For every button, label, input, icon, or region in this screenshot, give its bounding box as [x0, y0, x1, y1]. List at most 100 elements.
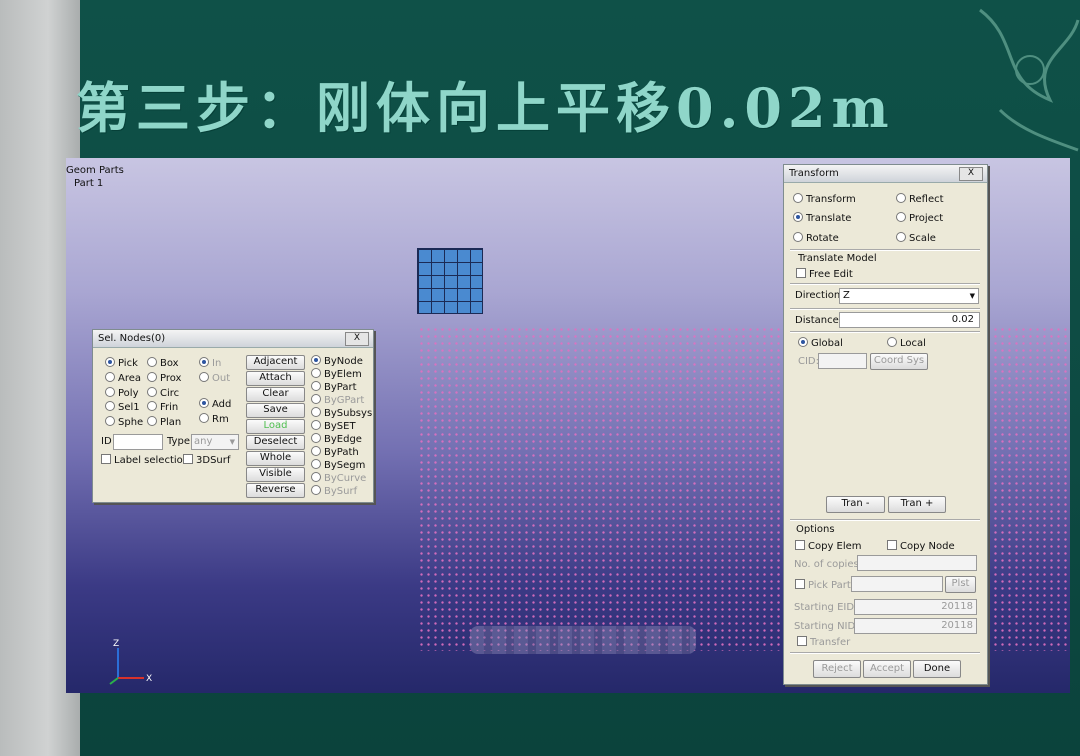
op-rotate[interactable]: Rotate: [793, 232, 839, 244]
mode-sel1[interactable]: Sel1: [105, 401, 140, 413]
radio-icon: [793, 212, 803, 222]
surf3d-checkbox[interactable]: 3DSurf: [183, 454, 230, 466]
distance-input[interactable]: 0.02: [839, 312, 980, 328]
by-curve[interactable]: ByCurve: [311, 472, 366, 484]
by-label: ByElem: [324, 369, 362, 380]
mode-poly[interactable]: Poly: [105, 387, 139, 399]
mode-label: Frin: [160, 402, 179, 413]
label-selection-checkbox[interactable]: Label selection: [101, 454, 189, 466]
mode-box[interactable]: Box: [147, 357, 179, 369]
by-set[interactable]: BySET: [311, 420, 356, 432]
free-edit-checkbox[interactable]: Free Edit: [796, 268, 853, 280]
checkbox-label: Pick Part: [808, 580, 851, 591]
op-translate[interactable]: Translate: [793, 212, 851, 224]
op-label: Rotate: [806, 233, 839, 244]
checkbox-label: Copy Elem: [808, 541, 862, 552]
op-transform[interactable]: Transform: [793, 193, 856, 205]
op-project[interactable]: Project: [896, 212, 943, 224]
option-rm[interactable]: Rm: [199, 413, 229, 425]
whole-button[interactable]: Whole: [246, 451, 305, 466]
id-input[interactable]: [113, 434, 163, 450]
tran-minus-button[interactable]: Tran -: [826, 496, 885, 513]
radio-icon: [798, 337, 808, 347]
radio-icon: [311, 485, 321, 495]
by-elem[interactable]: ByElem: [311, 368, 362, 380]
op-label: Reflect: [909, 194, 944, 205]
close-icon[interactable]: X: [959, 167, 983, 181]
copy-node-checkbox[interactable]: Copy Node: [887, 540, 955, 552]
type-select[interactable]: any ▼: [191, 434, 239, 450]
transform-titlebar: Transform X: [784, 165, 987, 183]
mode-label: Sel1: [118, 402, 140, 413]
by-edge[interactable]: ByEdge: [311, 433, 362, 445]
by-label: BySegm: [324, 460, 366, 471]
done-button[interactable]: Done: [913, 660, 961, 678]
by-node[interactable]: ByNode: [311, 355, 363, 367]
checkbox-label: Label selection: [114, 455, 190, 466]
tran-plus-button[interactable]: Tran +: [888, 496, 946, 513]
radio-icon: [147, 416, 157, 426]
visible-button[interactable]: Visible: [246, 467, 305, 482]
mode-label: Plan: [160, 417, 182, 428]
save-button[interactable]: Save: [246, 403, 305, 418]
option-in[interactable]: In: [199, 357, 221, 369]
radio-icon: [147, 357, 157, 367]
mode-frin[interactable]: Frin: [147, 401, 178, 413]
rigid-body-mesh[interactable]: [417, 248, 483, 314]
load-button[interactable]: Load: [246, 419, 305, 434]
coord-sys-button[interactable]: Coord Sys: [870, 353, 928, 370]
checkbox-label: Copy Node: [900, 541, 955, 552]
reject-button[interactable]: Reject: [813, 660, 861, 678]
radio-local[interactable]: Local: [887, 337, 926, 349]
by-surf[interactable]: BySurf: [311, 485, 357, 497]
clear-button[interactable]: Clear: [246, 387, 305, 402]
tree-part[interactable]: Part 1: [66, 177, 124, 190]
close-icon[interactable]: X: [345, 332, 369, 346]
direction-select[interactable]: Z ▼: [839, 288, 979, 304]
option-add[interactable]: Add: [199, 398, 231, 410]
by-path[interactable]: ByPath: [311, 446, 359, 458]
cid-input[interactable]: [818, 353, 867, 369]
cid-label: CID:: [798, 356, 820, 367]
radio-global[interactable]: Global: [798, 337, 843, 349]
plst-button[interactable]: Plst: [945, 576, 976, 593]
options-label: Options: [796, 524, 835, 535]
axis-z-label: Z: [113, 639, 119, 649]
by-segm[interactable]: BySegm: [311, 459, 365, 471]
by-part[interactable]: ByPart: [311, 381, 357, 393]
copy-elem-checkbox[interactable]: Copy Elem: [795, 540, 862, 552]
mode-plan[interactable]: Plan: [147, 416, 181, 428]
starting-eid-input[interactable]: 20118: [854, 599, 977, 615]
mode-sphe[interactable]: Sphe: [105, 416, 143, 428]
radio-icon: [105, 372, 115, 382]
adjacent-button[interactable]: Adjacent: [246, 355, 305, 370]
radio-icon: [887, 337, 897, 347]
by-gpart[interactable]: ByGPart: [311, 394, 364, 406]
no-copies-input[interactable]: [857, 555, 977, 571]
mode-prox[interactable]: Prox: [147, 372, 181, 384]
op-scale[interactable]: Scale: [896, 232, 936, 244]
starting-nid-input[interactable]: 20118: [854, 618, 977, 634]
op-reflect[interactable]: Reflect: [896, 193, 944, 205]
mode-pick[interactable]: Pick: [105, 357, 138, 369]
floral-ornament-icon: [979, 8, 1080, 152]
chevron-down-icon: ▼: [229, 438, 235, 446]
divider: [790, 308, 980, 310]
mode-circ[interactable]: Circ: [147, 387, 179, 399]
direction-label: Direction:: [795, 290, 844, 301]
by-subsys[interactable]: BySubsys: [311, 407, 372, 419]
attach-button[interactable]: Attach: [246, 371, 305, 386]
option-label: Rm: [212, 414, 229, 425]
deselect-button[interactable]: Deselect: [246, 435, 305, 450]
mode-area[interactable]: Area: [105, 372, 141, 384]
pick-part-checkbox[interactable]: Pick Part: [795, 579, 851, 591]
sel-nodes-titlebar: Sel. Nodes(0) X: [93, 330, 373, 348]
tree-root[interactable]: Geom Parts: [66, 164, 124, 177]
accept-button[interactable]: Accept: [863, 660, 911, 678]
divider: [790, 283, 980, 285]
transfer-checkbox[interactable]: Transfer: [797, 636, 850, 648]
reverse-button[interactable]: Reverse: [246, 483, 305, 498]
by-label: ByPart: [324, 382, 357, 393]
option-out[interactable]: Out: [199, 372, 230, 384]
pick-part-input[interactable]: [851, 576, 943, 592]
